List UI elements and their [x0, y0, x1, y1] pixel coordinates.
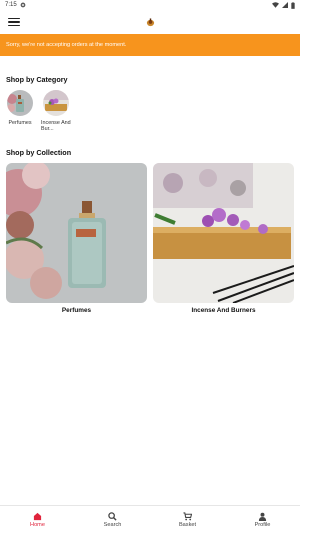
collection-incense-label: Incense And Burners: [191, 307, 256, 314]
search-icon: [108, 511, 117, 521]
collection-perfumes-label: Perfumes: [61, 307, 92, 314]
notice-banner: Sorry, we're not accepting orders at the…: [0, 34, 300, 56]
nav-search-label: Search: [103, 521, 122, 528]
nav-basket-label: Basket: [178, 521, 197, 528]
category-perfumes[interactable]: Perfumes: [6, 90, 34, 133]
signal-icon: [282, 2, 288, 8]
collection-list: Perfumes Incense And Burners: [6, 163, 294, 314]
status-time: 7:15: [5, 2, 17, 8]
collection-incense[interactable]: Incense And Burners: [153, 163, 294, 314]
wifi-icon: [272, 2, 279, 8]
category-list: Perfumes Incense And Bur...: [6, 90, 71, 133]
menu-icon[interactable]: [8, 16, 20, 28]
category-perfumes-label: Perfumes: [8, 120, 32, 126]
collection-perfumes[interactable]: Perfumes: [6, 163, 147, 314]
bottom-nav: Home Search Basket Profile: [0, 505, 300, 533]
person-icon: [258, 512, 267, 521]
category-perfumes-image: [7, 90, 33, 116]
nav-home[interactable]: Home: [0, 506, 75, 533]
nav-basket[interactable]: Basket: [150, 506, 225, 533]
status-bar: 7:15: [0, 0, 300, 10]
brand-logo[interactable]: [146, 17, 155, 27]
category-section-title: Shop by Category: [6, 75, 68, 84]
cart-icon: [183, 511, 192, 520]
nav-profile-label: Profile: [254, 521, 271, 528]
nav-search[interactable]: Search: [75, 506, 150, 533]
notice-text: Sorry, we're not accepting orders at the…: [6, 42, 127, 48]
battery-icon: [291, 1, 295, 9]
category-incense-label: Incense And Bur...: [41, 120, 71, 133]
category-incense[interactable]: Incense And Bur...: [41, 90, 71, 133]
collection-section-title: Shop by Collection: [6, 148, 72, 157]
home-icon: [33, 512, 42, 520]
category-incense-image: [43, 90, 69, 116]
nav-home-label: Home: [30, 521, 45, 528]
collection-perfumes-image: [6, 163, 147, 303]
settings-icon: [20, 2, 26, 8]
app-bar: [0, 10, 300, 34]
nav-profile[interactable]: Profile: [225, 506, 300, 533]
collection-incense-image: [153, 163, 294, 303]
